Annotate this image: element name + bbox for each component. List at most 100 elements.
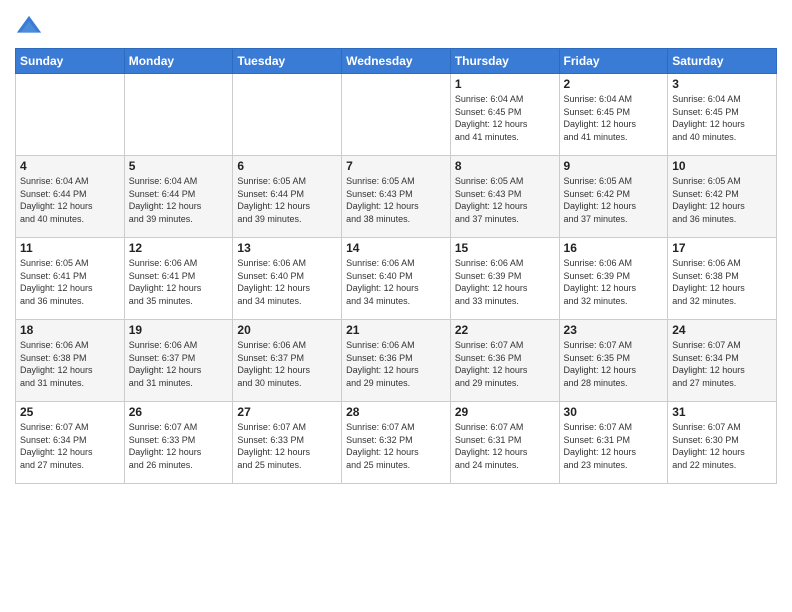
day-info: Sunrise: 6:06 AMSunset: 6:40 PMDaylight:… — [237, 257, 337, 307]
calendar-cell: 31Sunrise: 6:07 AMSunset: 6:30 PMDayligh… — [668, 402, 777, 484]
calendar-cell: 11 Sunrise: 6:05 AMSunset: 6:41 PMDayligh… — [16, 238, 125, 320]
day-info: Sunrise: 6:07 AMSunset: 6:31 PMDaylight:… — [455, 421, 555, 471]
day-number: 9 — [564, 159, 664, 173]
calendar-cell — [124, 74, 233, 156]
day-info: Sunrise: 6:07 AMSunset: 6:35 PMDaylight:… — [564, 339, 664, 389]
day-number: 28 — [346, 405, 446, 419]
weekday-header-sunday: Sunday — [16, 49, 125, 74]
week-row-3: 11 Sunrise: 6:05 AMSunset: 6:41 PMDayligh… — [16, 238, 777, 320]
calendar-cell: 19 Sunrise: 6:06 AMSunset: 6:37 PMDayligh… — [124, 320, 233, 402]
day-info: Sunrise: 6:07 AMSunset: 6:31 PMDaylight:… — [564, 421, 664, 471]
day-number: 12 — [129, 241, 229, 255]
day-info: Sunrise: 6:06 AMSunset: 6:39 PMDaylight:… — [455, 257, 555, 307]
day-info: Sunrise: 6:06 AMSunset: 6:41 PMDaylight:… — [129, 257, 229, 307]
page-container: SundayMondayTuesdayWednesdayThursdayFrid… — [0, 0, 792, 489]
day-info: Sunrise: 6:04 AMSunset: 6:45 PMDaylight:… — [672, 93, 772, 143]
day-info: Sunrise: 6:06 AMSunset: 6:38 PMDaylight:… — [672, 257, 772, 307]
day-number: 13 — [237, 241, 337, 255]
header — [15, 10, 777, 42]
weekday-header-saturday: Saturday — [668, 49, 777, 74]
day-info: Sunrise: 6:06 AMSunset: 6:39 PMDaylight:… — [564, 257, 664, 307]
day-number: 27 — [237, 405, 337, 419]
weekday-header-row: SundayMondayTuesdayWednesdayThursdayFrid… — [16, 49, 777, 74]
calendar-cell — [342, 74, 451, 156]
day-number: 14 — [346, 241, 446, 255]
calendar-cell: 13 Sunrise: 6:06 AMSunset: 6:40 PMDayligh… — [233, 238, 342, 320]
weekday-header-friday: Friday — [559, 49, 668, 74]
day-number: 3 — [672, 77, 772, 91]
day-info: Sunrise: 6:06 AMSunset: 6:37 PMDaylight:… — [129, 339, 229, 389]
day-info: Sunrise: 6:05 AMSunset: 6:43 PMDaylight:… — [455, 175, 555, 225]
day-number: 7 — [346, 159, 446, 173]
calendar-cell: 5Sunrise: 6:04 AMSunset: 6:44 PMDaylight… — [124, 156, 233, 238]
day-info: Sunrise: 6:04 AMSunset: 6:44 PMDaylight:… — [20, 175, 120, 225]
day-info: Sunrise: 6:04 AMSunset: 6:44 PMDaylight:… — [129, 175, 229, 225]
weekday-header-monday: Monday — [124, 49, 233, 74]
calendar-cell: 18 Sunrise: 6:06 AMSunset: 6:38 PMDayligh… — [16, 320, 125, 402]
day-number: 10 — [672, 159, 772, 173]
day-info: Sunrise: 6:07 AMSunset: 6:36 PMDaylight:… — [455, 339, 555, 389]
calendar-cell: 28Sunrise: 6:07 AMSunset: 6:32 PMDayligh… — [342, 402, 451, 484]
day-info: Sunrise: 6:06 AMSunset: 6:40 PMDaylight:… — [346, 257, 446, 307]
calendar-cell: 14 Sunrise: 6:06 AMSunset: 6:40 PMDayligh… — [342, 238, 451, 320]
calendar-cell — [233, 74, 342, 156]
day-number: 22 — [455, 323, 555, 337]
day-number: 31 — [672, 405, 772, 419]
calendar-cell: 15 Sunrise: 6:06 AMSunset: 6:39 PMDayligh… — [450, 238, 559, 320]
calendar-cell: 4 Sunrise: 6:04 AMSunset: 6:44 PMDaylight… — [16, 156, 125, 238]
calendar-cell — [16, 74, 125, 156]
day-info: Sunrise: 6:04 AMSunset: 6:45 PMDaylight:… — [564, 93, 664, 143]
calendar-cell: 24 Sunrise: 6:07 AMSunset: 6:34 PMDayligh… — [668, 320, 777, 402]
week-row-2: 4 Sunrise: 6:04 AMSunset: 6:44 PMDaylight… — [16, 156, 777, 238]
day-number: 30 — [564, 405, 664, 419]
day-number: 26 — [129, 405, 229, 419]
calendar-cell: 8Sunrise: 6:05 AMSunset: 6:43 PMDaylight… — [450, 156, 559, 238]
calendar-cell: 7Sunrise: 6:05 AMSunset: 6:43 PMDaylight… — [342, 156, 451, 238]
calendar-cell: 29 Sunrise: 6:07 AMSunset: 6:31 PMDayligh… — [450, 402, 559, 484]
calendar-cell: 25 Sunrise: 6:07 AMSunset: 6:34 PMDayligh… — [16, 402, 125, 484]
day-info: Sunrise: 6:04 AMSunset: 6:45 PMDaylight:… — [455, 93, 555, 143]
calendar-cell: 12 Sunrise: 6:06 AMSunset: 6:41 PMDayligh… — [124, 238, 233, 320]
calendar-cell: 27Sunrise: 6:07 AMSunset: 6:33 PMDayligh… — [233, 402, 342, 484]
day-info: Sunrise: 6:07 AMSunset: 6:34 PMDaylight:… — [672, 339, 772, 389]
calendar-cell: 22 Sunrise: 6:07 AMSunset: 6:36 PMDayligh… — [450, 320, 559, 402]
day-number: 23 — [564, 323, 664, 337]
weekday-header-wednesday: Wednesday — [342, 49, 451, 74]
day-info: Sunrise: 6:05 AMSunset: 6:41 PMDaylight:… — [20, 257, 120, 307]
calendar-cell: 3 Sunrise: 6:04 AMSunset: 6:45 PMDaylight… — [668, 74, 777, 156]
day-number: 21 — [346, 323, 446, 337]
day-number: 20 — [237, 323, 337, 337]
week-row-4: 18 Sunrise: 6:06 AMSunset: 6:38 PMDayligh… — [16, 320, 777, 402]
day-number: 15 — [455, 241, 555, 255]
calendar-cell: 26 Sunrise: 6:07 AMSunset: 6:33 PMDayligh… — [124, 402, 233, 484]
day-number: 25 — [20, 405, 120, 419]
calendar-cell: 30 Sunrise: 6:07 AMSunset: 6:31 PMDayligh… — [559, 402, 668, 484]
day-number: 29 — [455, 405, 555, 419]
logo-icon — [15, 14, 43, 42]
calendar-cell: 17Sunrise: 6:06 AMSunset: 6:38 PMDayligh… — [668, 238, 777, 320]
day-number: 19 — [129, 323, 229, 337]
day-info: Sunrise: 6:07 AMSunset: 6:33 PMDaylight:… — [129, 421, 229, 471]
week-row-5: 25 Sunrise: 6:07 AMSunset: 6:34 PMDayligh… — [16, 402, 777, 484]
logo — [15, 14, 47, 42]
calendar-cell: 6Sunrise: 6:05 AMSunset: 6:44 PMDaylight… — [233, 156, 342, 238]
day-info: Sunrise: 6:07 AMSunset: 6:34 PMDaylight:… — [20, 421, 120, 471]
calendar-cell: 20Sunrise: 6:06 AMSunset: 6:37 PMDayligh… — [233, 320, 342, 402]
day-info: Sunrise: 6:05 AMSunset: 6:42 PMDaylight:… — [564, 175, 664, 225]
day-number: 24 — [672, 323, 772, 337]
weekday-header-tuesday: Tuesday — [233, 49, 342, 74]
day-info: Sunrise: 6:06 AMSunset: 6:38 PMDaylight:… — [20, 339, 120, 389]
week-row-1: 1Sunrise: 6:04 AMSunset: 6:45 PMDaylight… — [16, 74, 777, 156]
calendar-cell: 9 Sunrise: 6:05 AMSunset: 6:42 PMDaylight… — [559, 156, 668, 238]
day-number: 18 — [20, 323, 120, 337]
weekday-header-thursday: Thursday — [450, 49, 559, 74]
calendar-cell: 21 Sunrise: 6:06 AMSunset: 6:36 PMDayligh… — [342, 320, 451, 402]
day-info: Sunrise: 6:06 AMSunset: 6:36 PMDaylight:… — [346, 339, 446, 389]
day-number: 16 — [564, 241, 664, 255]
calendar-cell: 23 Sunrise: 6:07 AMSunset: 6:35 PMDayligh… — [559, 320, 668, 402]
day-number: 6 — [237, 159, 337, 173]
day-number: 11 — [20, 241, 120, 255]
calendar-cell: 10Sunrise: 6:05 AMSunset: 6:42 PMDayligh… — [668, 156, 777, 238]
day-number: 4 — [20, 159, 120, 173]
calendar-cell: 2Sunrise: 6:04 AMSunset: 6:45 PMDaylight… — [559, 74, 668, 156]
